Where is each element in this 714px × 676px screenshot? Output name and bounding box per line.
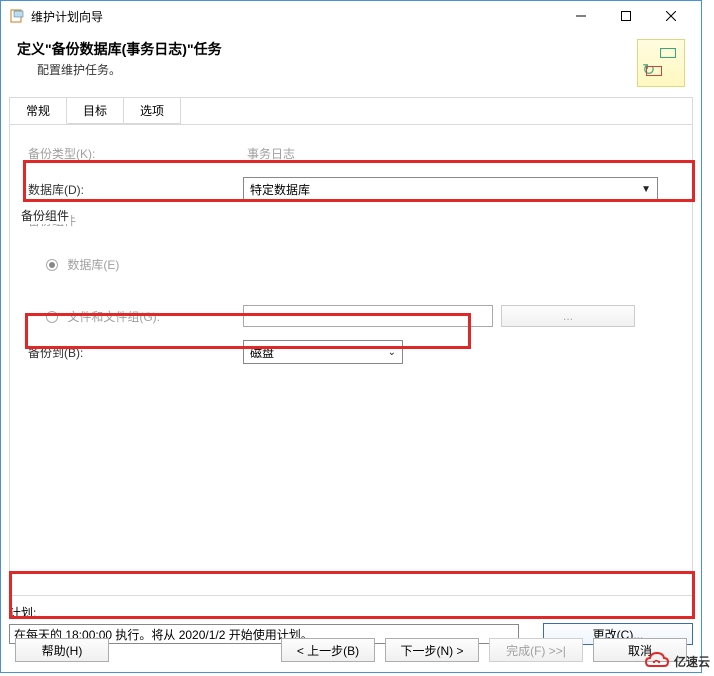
- row-radio-db: 数据库(E): [18, 251, 684, 277]
- radio-icon: [46, 259, 58, 271]
- row-database: 数据库(D): 特定数据库 ▼: [18, 176, 684, 202]
- tab-content: 备份类型(K): 事务日志 数据库(D): 特定数据库 ▼ 备份组件: [10, 126, 692, 589]
- watermark: 亿速云: [644, 650, 710, 672]
- app-icon: [9, 8, 25, 24]
- radio-files-option[interactable]: 文件和文件组(G):: [67, 310, 160, 324]
- window-controls: [558, 1, 693, 31]
- radio-database-option[interactable]: 数据库(E): [18, 256, 119, 273]
- chevron-down-icon: ⌄: [388, 347, 396, 358]
- maximize-button[interactable]: [603, 1, 648, 31]
- help-button[interactable]: 帮助(H): [15, 638, 109, 662]
- backup-to-dropdown[interactable]: 磁盘 ⌄: [243, 340, 403, 364]
- bottom-bar: 帮助(H) < 上一步(B) 下一步(N) > 完成(F) >>| 取消: [1, 638, 701, 662]
- schedule-label: 计划:: [9, 604, 693, 621]
- finish-button: 完成(F) >>|: [489, 638, 583, 662]
- backup-to-label: 备份到(B):: [18, 344, 243, 361]
- watermark-text: 亿速云: [674, 653, 710, 670]
- radio-icon: [46, 311, 58, 323]
- component-label-cutline: 备份组件: [19, 207, 71, 224]
- files-input[interactable]: [243, 305, 493, 327]
- page-subtitle: 配置维护任务。: [17, 61, 637, 78]
- database-label: 数据库(D):: [18, 181, 243, 198]
- titlebar: 维护计划向导: [1, 1, 701, 31]
- wizard-window: 维护计划向导 定义"备份数据库(事务日志)"任务 配置维护任务。 常规 目标: [0, 0, 702, 673]
- component-label: 备份组件: [18, 212, 684, 229]
- database-dropdown[interactable]: 特定数据库 ▼: [243, 177, 658, 201]
- backup-to-value: 磁盘: [250, 344, 274, 361]
- chevron-down-icon: ▼: [641, 184, 651, 195]
- wizard-header: 定义"备份数据库(事务日志)"任务 配置维护任务。: [1, 31, 701, 93]
- database-value: 特定数据库: [250, 181, 310, 198]
- tab-target[interactable]: 目标: [66, 97, 124, 124]
- tab-general[interactable]: 常规: [9, 97, 67, 124]
- watermark-icon: [644, 650, 670, 672]
- tab-strip: 常规 目标 选项: [9, 97, 692, 125]
- backup-type-label: 备份类型(K):: [18, 145, 243, 162]
- body-panel: 常规 目标 选项 备份类型(K): 事务日志 数据库(D): 特定数据库 ▼: [9, 97, 693, 596]
- back-button[interactable]: < 上一步(B): [281, 638, 375, 662]
- row-backup-to: 备份到(B): 磁盘 ⌄: [18, 339, 684, 365]
- window-title: 维护计划向导: [31, 8, 558, 25]
- close-button[interactable]: [648, 1, 693, 31]
- row-backup-type: 备份类型(K): 事务日志: [18, 140, 684, 166]
- minimize-button[interactable]: [558, 1, 603, 31]
- row-radio-files: 文件和文件组(G): ...: [18, 303, 684, 329]
- tab-options[interactable]: 选项: [123, 97, 181, 124]
- browse-button[interactable]: ...: [501, 305, 635, 327]
- next-button[interactable]: 下一步(N) >: [385, 638, 479, 662]
- backup-type-value: 事务日志: [243, 147, 295, 161]
- page-title: 定义"备份数据库(事务日志)"任务: [17, 39, 637, 59]
- wizard-icon: [637, 39, 685, 87]
